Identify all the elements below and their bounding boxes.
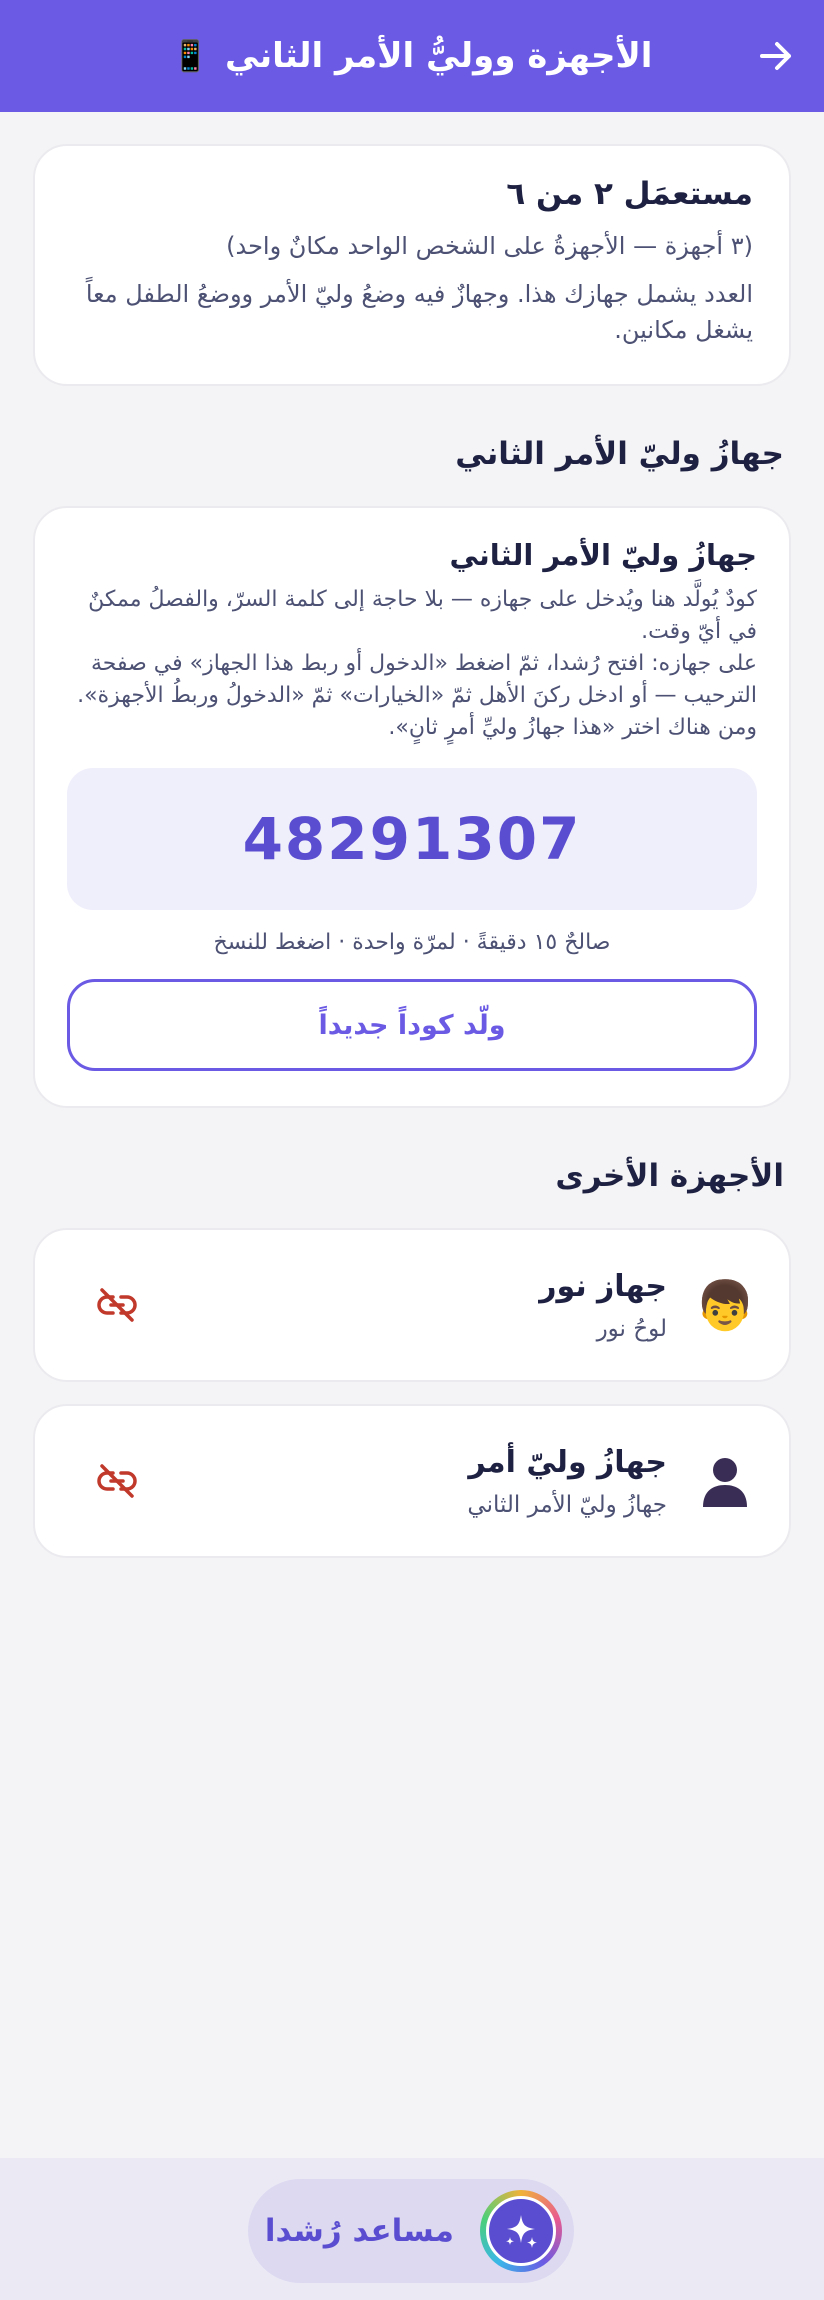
device-card: 👦 جهاز نور لوحُ نور [33, 1228, 791, 1382]
assistant-label: مساعد رُشدا [264, 2213, 454, 2249]
device-name: جهاز نور [539, 1268, 667, 1304]
phone-emoji-icon: 📱 [171, 38, 209, 74]
usage-title: مستعمَل ٢ من ٦ [506, 176, 753, 212]
unlink-icon [97, 1288, 137, 1322]
section-title-second-guardian: جهازُ وليّ الأمر الثاني [455, 436, 784, 472]
app-header: الأجهزة ووليُّ الأمر الثاني 📱 [0, 0, 824, 112]
usage-note: العدد يشمل جهازك هذا. وجهازٌ فيه وضعُ ول… [85, 280, 753, 344]
pairing-desc-3: ومن هناك اختر «هذا جهازُ وليِّ أمرٍ ثانٍ… [388, 715, 757, 740]
unlink-device-button[interactable] [87, 1275, 147, 1335]
device-info: جهاز نور لوحُ نور [147, 1269, 667, 1342]
page-title: الأجهزة ووليُّ الأمر الثاني 📱 [172, 36, 653, 76]
assistant-orb [480, 2190, 562, 2272]
unlink-icon [97, 1464, 137, 1498]
device-card: جهازُ وليّ أمر جهازُ وليّ الأمر الثاني [33, 1404, 791, 1558]
usage-card: مستعمَل ٢ من ٦ (٣ أجهزة — الأجهزةُ على ا… [33, 144, 791, 386]
device-info: جهازُ وليّ أمر جهازُ وليّ الأمر الثاني [147, 1445, 667, 1518]
child-avatar-icon: 👦 [695, 1277, 755, 1334]
code-validity-note: صالحٌ ١٥ دقيقةً · لمرّة واحدة · اضغط للن… [213, 930, 611, 955]
device-desc: لوحُ نور [596, 1315, 667, 1342]
sparkle-icon [506, 2215, 537, 2248]
generate-code-button[interactable]: ولّد كوداً جديداً [67, 979, 757, 1071]
section-title-other-devices: الأجهزة الأخرى [555, 1158, 784, 1194]
pairing-card: جهازُ وليّ الأمر الثاني كودٌ يُولَّد هنا… [33, 506, 791, 1108]
assistant-button[interactable]: مساعد رُشدا [248, 2179, 574, 2283]
device-desc: جهازُ وليّ الأمر الثاني [467, 1491, 667, 1518]
page-title-text: الأجهزة ووليُّ الأمر الثاني [224, 36, 653, 76]
unlink-device-button[interactable] [87, 1451, 147, 1511]
pairing-desc-2: على جهازه: افتح رُشدا، ثمّ اضغط «الدخول … [77, 651, 757, 708]
pairing-code-box[interactable]: 48291307 [67, 768, 757, 910]
pairing-code: 48291307 [242, 805, 582, 873]
pairing-card-title: جهازُ وليّ الأمر الثاني [449, 538, 758, 572]
usage-subtitle: (٣ أجهزة — الأجهزةُ على الشخص الواحد مكا… [226, 232, 753, 260]
back-button[interactable] [750, 30, 802, 82]
pairing-desc-1: كودٌ يُولَّد هنا ويُدخل على جهازه — بلا … [88, 587, 757, 644]
guardian-avatar-icon [695, 1451, 755, 1511]
arrow-right-icon [760, 42, 791, 70]
device-name: جهازُ وليّ أمر [468, 1444, 667, 1480]
